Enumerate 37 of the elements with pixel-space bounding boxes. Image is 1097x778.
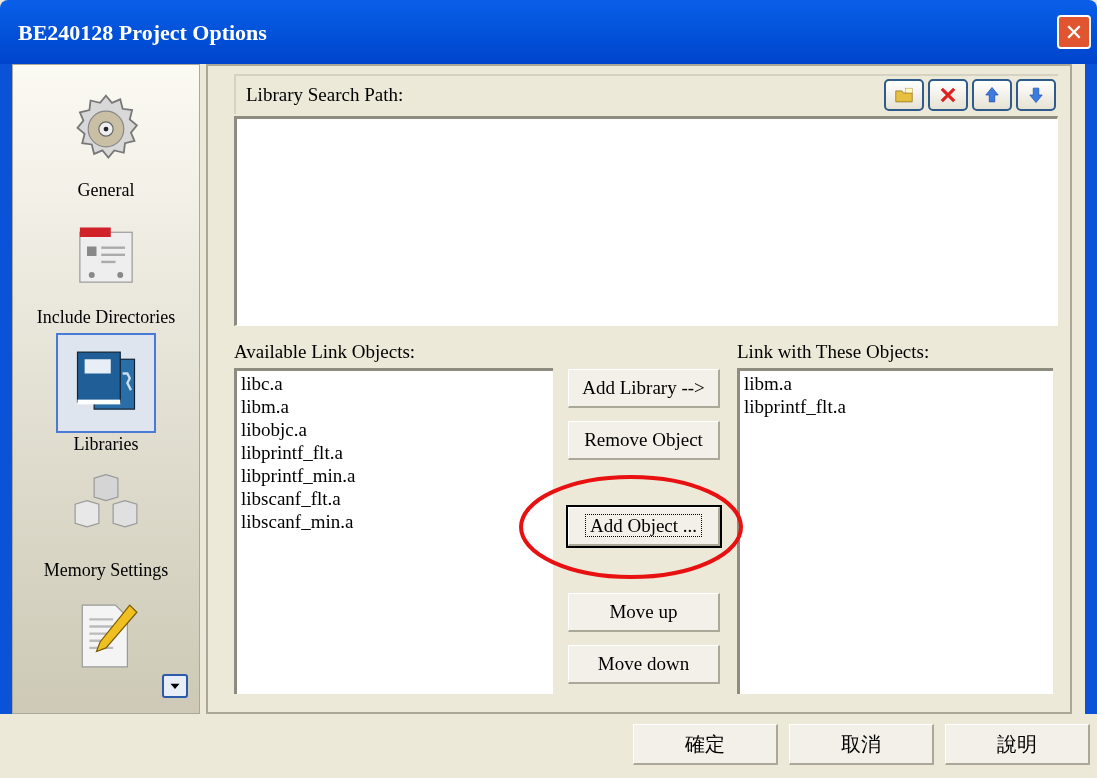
search-path-label: Library Search Path: [246, 82, 404, 107]
list-item[interactable]: libscanf_flt.a [241, 487, 553, 510]
window-title: BE240128 Project Options [18, 18, 267, 47]
sidebar-label: Libraries [73, 432, 139, 455]
close-button[interactable]: ✕ [1057, 15, 1091, 49]
dialog-button[interactable]: 取消 [789, 724, 934, 765]
toolbar-button[interactable] [928, 79, 968, 111]
toolbar-button[interactable] [1016, 79, 1056, 111]
scroll-down-button[interactable] [162, 674, 188, 698]
sidebar-item[interactable]: Include Directories [36, 205, 176, 333]
linked-objects-list[interactable]: libm.a libprintf_flt.a [737, 368, 1053, 694]
sidebar-item[interactable]: Memory Settings [43, 459, 169, 587]
available-objects-list[interactable]: libc.a libm.a libobjc.a libprintf_flt.a libprintf_min.a libscanf_flt.a libscanf_min.a [234, 368, 553, 694]
sidebar-label: Memory Settings [43, 559, 169, 582]
action-button[interactable]: Move down [568, 645, 720, 684]
action-button[interactable]: Remove Object [568, 421, 720, 460]
dialog-button[interactable]: 確定 [633, 724, 778, 765]
list-item[interactable]: libprintf_min.a [241, 464, 553, 487]
sidebar-label: General [77, 179, 135, 201]
toolbar-button[interactable] [972, 79, 1012, 111]
list-item[interactable]: libprintf_flt.a [744, 395, 1053, 418]
list-item[interactable]: libm.a [241, 395, 553, 418]
toolbar-button[interactable] [884, 79, 924, 111]
list-item[interactable]: libobjc.a [241, 418, 553, 441]
list-label: Available Link Objects: [234, 340, 417, 364]
action-button[interactable]: Add Library --> [568, 369, 720, 408]
list-item[interactable]: libc.a [241, 372, 553, 395]
action-button[interactable]: Move up [568, 593, 720, 632]
list-item[interactable]: libm.a [744, 372, 1053, 395]
dialog-button[interactable]: 說明 [945, 724, 1090, 765]
sidebar-item[interactable]: General [56, 79, 156, 206]
list-item[interactable]: libprintf_flt.a [241, 441, 553, 464]
sidebar-label: Include Directories [36, 305, 176, 328]
action-button[interactable]: Add Object ... [568, 507, 720, 546]
list-label: Link with These Objects: [737, 340, 931, 364]
folder-icon [893, 84, 915, 106]
list-item[interactable]: libscanf_min.a [241, 510, 553, 533]
